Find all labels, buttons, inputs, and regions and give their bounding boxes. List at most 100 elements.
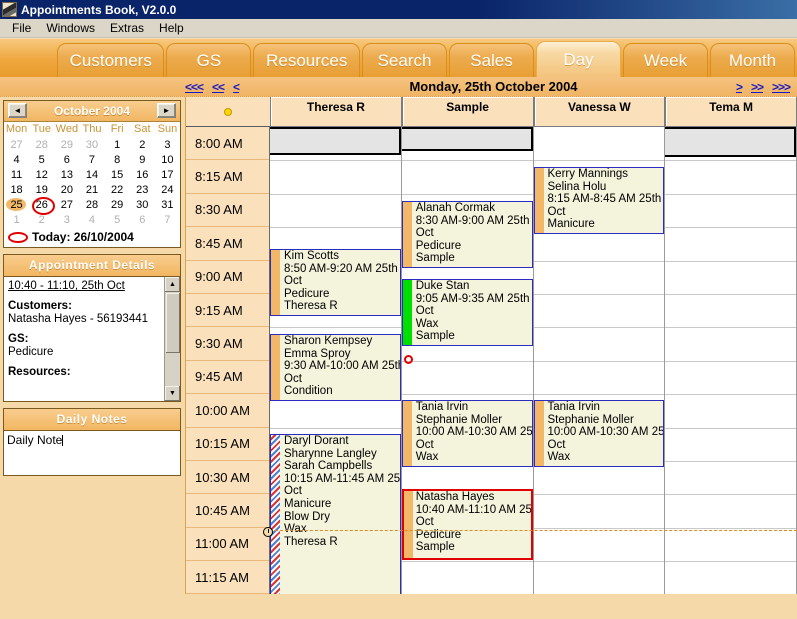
calendar-day-cell[interactable]: 11 [4, 167, 29, 182]
tab-resources[interactable]: Resources [253, 43, 360, 77]
calendar-day-cell[interactable]: 15 [105, 167, 130, 182]
column-header-theresa-r[interactable]: Theresa R [270, 97, 402, 127]
calendar-day-cell[interactable]: 3 [155, 137, 180, 152]
time-slot-label: 8:45 AM [186, 227, 269, 260]
calendar-day-cell[interactable]: 27 [54, 197, 79, 212]
calendar-day-cell[interactable]: 6 [130, 212, 155, 227]
grid-row-divider [270, 194, 401, 195]
appointment-status-bar [271, 435, 280, 594]
calendar-day-cell[interactable]: 28 [29, 137, 54, 152]
calendar-day-cell[interactable]: 5 [105, 212, 130, 227]
calendar-day-cell[interactable]: 18 [4, 182, 29, 197]
unavailable-block[interactable] [270, 127, 401, 155]
calendar-day-cell[interactable]: 14 [79, 167, 104, 182]
time-column-header [186, 97, 270, 127]
appointment-block[interactable]: Sharon KempseyEmma Sproy9:30 AM-10:00 AM… [270, 334, 401, 401]
menu-item-help[interactable]: Help [153, 20, 193, 37]
menu-item-extras[interactable]: Extras [104, 20, 153, 37]
staff-column-sample[interactable]: Alanah Cormak8:30 AM-9:00 AM 25thOctPedi… [402, 127, 534, 594]
tab-search[interactable]: Search [362, 43, 447, 77]
calendar-day-cell[interactable]: 17 [155, 167, 180, 182]
calendar-week-row: 45678910 [4, 152, 180, 167]
calendar-day-cell[interactable]: 5 [29, 152, 54, 167]
calendar-day-cell[interactable]: 3 [54, 212, 79, 227]
appointment-block[interactable]: Tania IrvinStephanie Moller10:00 AM-10:3… [534, 400, 665, 467]
appointment-text-line: Daryl Dorant [282, 435, 400, 448]
appointment-status-bar [403, 401, 412, 466]
appointment-block[interactable]: Tania IrvinStephanie Moller10:00 AM-10:3… [402, 400, 533, 467]
staff-column-tema-m[interactable] [665, 127, 797, 594]
calendar-week-row: 25262728293031 [4, 197, 180, 212]
appointment-block[interactable]: Kerry ManningsSelina Holu8:15 AM-8:45 AM… [534, 167, 665, 234]
calendar-day-cell[interactable]: 30 [79, 137, 104, 152]
menu-item-windows[interactable]: Windows [40, 20, 104, 37]
calendar-day-cell[interactable]: 24 [155, 182, 180, 197]
appointment-text-line: Oct [414, 516, 531, 529]
tab-month[interactable]: Month [710, 43, 795, 77]
calendar-day-cell[interactable]: 19 [29, 182, 54, 197]
calendar-day-cell[interactable]: 27 [4, 137, 29, 152]
calendar-day-cell[interactable]: 7 [155, 212, 180, 227]
calendar-day-cell[interactable]: 9 [130, 152, 155, 167]
calendar-day-cell[interactable]: 30 [130, 197, 155, 212]
tab-sales[interactable]: Sales [449, 43, 534, 77]
grid-row-divider [665, 561, 796, 562]
calendar-day-cell[interactable]: 4 [4, 152, 29, 167]
calendar-day-cell[interactable]: 12 [29, 167, 54, 182]
calendar-day-cell[interactable]: 31 [155, 197, 180, 212]
calendar-day-cell[interactable]: 2 [29, 212, 54, 227]
scroll-up-icon[interactable]: ▲ [165, 277, 180, 292]
calendar-day-cell[interactable]: 6 [54, 152, 79, 167]
calendar-day-label: 30 [84, 139, 100, 151]
tab-gs[interactable]: GS [166, 43, 251, 77]
column-header-vanessa-w[interactable]: Vanessa W [534, 97, 666, 127]
appointment-block[interactable]: Alanah Cormak8:30 AM-9:00 AM 25thOctPedi… [402, 201, 533, 268]
calendar-next-month-button[interactable]: ► [157, 103, 176, 118]
calendar-day-cell[interactable]: 26 [29, 197, 54, 212]
calendar-day-label: 8 [112, 154, 122, 166]
menu-item-file[interactable]: File [6, 20, 40, 37]
unavailable-block[interactable] [402, 127, 533, 151]
appointment-text-line: Oct [546, 439, 664, 452]
calendar-day-cell[interactable]: 23 [130, 182, 155, 197]
tab-customers[interactable]: Customers [57, 43, 164, 77]
grid-row-divider [534, 494, 665, 495]
calendar-day-cell[interactable]: 29 [54, 137, 79, 152]
daily-notes-value: Daily Note [7, 433, 62, 447]
tab-week[interactable]: Week [623, 43, 708, 77]
calendar-day-label: 19 [34, 184, 50, 196]
calendar-day-cell[interactable]: 7 [79, 152, 104, 167]
appointment-details-scrollbar[interactable]: ▲ ▼ [164, 277, 180, 401]
calendar-day-label: 24 [159, 184, 175, 196]
calendar-day-cell[interactable]: 22 [105, 182, 130, 197]
tab-day[interactable]: Day [536, 41, 621, 77]
calendar-day-cell[interactable]: 8 [105, 152, 130, 167]
unavailable-block[interactable] [665, 127, 796, 157]
column-header-sample[interactable]: Sample [402, 97, 534, 127]
appointment-block[interactable]: Duke Stan9:05 AM-9:35 AM 25thOctWaxSampl… [402, 279, 533, 346]
calendar-day-cell[interactable]: 29 [105, 197, 130, 212]
calendar-day-cell[interactable]: 4 [79, 212, 104, 227]
calendar-day-cell[interactable]: 20 [54, 182, 79, 197]
daily-notes-input[interactable]: Daily Note [4, 431, 180, 475]
appointment-block[interactable]: Kim Scotts8:50 AM-9:20 AM 25thOctPedicur… [270, 249, 401, 316]
calendar-day-cell[interactable]: 13 [54, 167, 79, 182]
appointment-block[interactable]: Daryl DorantSharynne LangleySarah Campbe… [270, 434, 401, 594]
staff-column-vanessa-w[interactable]: Kerry ManningsSelina Holu8:15 AM-8:45 AM… [534, 127, 666, 594]
column-header-tema-m[interactable]: Tema M [665, 97, 797, 127]
staff-column-theresa-r[interactable]: Kim Scotts8:50 AM-9:20 AM 25thOctPedicur… [270, 127, 402, 594]
calendar-day-cell[interactable]: 1 [105, 137, 130, 152]
calendar-day-cell[interactable]: 28 [79, 197, 104, 212]
grid-row-divider [665, 461, 796, 462]
appointment-block[interactable]: Natasha Hayes10:40 AM-11:10 AM 25thOctPe… [402, 489, 533, 560]
calendar-day-cell[interactable]: 1 [4, 212, 29, 227]
scroll-down-icon[interactable]: ▼ [165, 386, 180, 401]
calendar-day-cell[interactable]: 2 [130, 137, 155, 152]
calendar-day-cell[interactable]: 16 [130, 167, 155, 182]
calendar-day-cell[interactable]: 10 [155, 152, 180, 167]
scrollbar-thumb[interactable] [166, 293, 180, 353]
time-slot-label: 10:45 AM [186, 494, 269, 527]
calendar-day-cell[interactable]: 21 [79, 182, 104, 197]
calendar-prev-month-button[interactable]: ◄ [8, 103, 27, 118]
calendar-day-cell[interactable]: 25 [4, 197, 29, 212]
